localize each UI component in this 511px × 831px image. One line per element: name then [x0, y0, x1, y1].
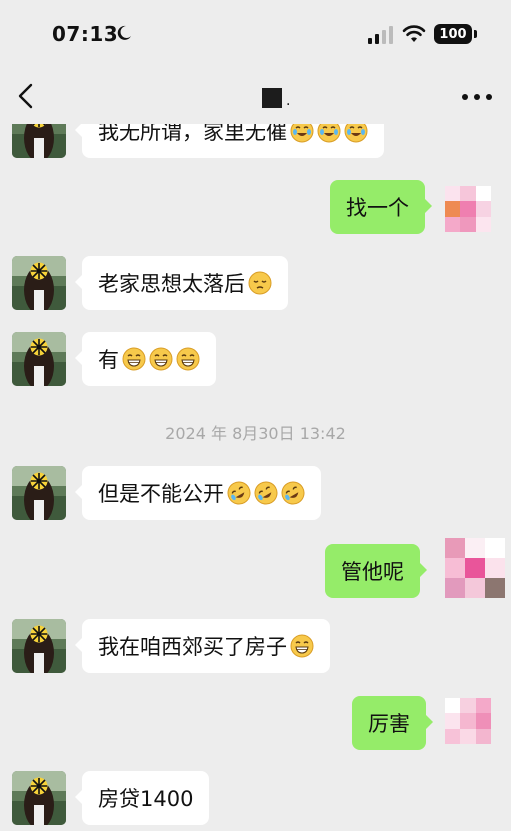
message-bubble[interactable]: 找一个	[330, 180, 432, 234]
status-time: 07:13	[52, 22, 119, 46]
title-text: .	[286, 93, 291, 109]
grinning-emoji-icon	[176, 347, 200, 371]
message-text: 但是不能公开	[98, 482, 224, 506]
rolling-laughing-emoji-icon	[254, 481, 278, 505]
rolling-laughing-emoji-icon	[281, 481, 305, 505]
more-options-icon[interactable]	[460, 93, 494, 101]
moon-icon	[117, 25, 131, 40]
message-bubble[interactable]: 老家思想太落后	[75, 256, 288, 310]
contact-avatar[interactable]	[12, 332, 66, 386]
message-bubble[interactable]: 管他呢	[325, 544, 427, 598]
title-redaction-block	[262, 88, 282, 108]
message-bubble[interactable]: 厉害	[352, 696, 433, 750]
message-text: 厉害	[368, 712, 410, 736]
message-bubble[interactable]: 有	[75, 332, 216, 386]
rolling-laughing-emoji-icon	[227, 481, 251, 505]
battery-nub	[474, 30, 477, 38]
message-text: 找一个	[346, 196, 409, 220]
self-avatar[interactable]	[445, 538, 505, 598]
contact-avatar[interactable]	[12, 771, 66, 825]
message-text: 我在咱西郊买了房子	[98, 635, 287, 659]
grinning-emoji-icon	[290, 634, 314, 658]
message-bubble[interactable]: 我在咱西郊买了房子	[75, 619, 330, 673]
wifi-icon	[402, 25, 426, 42]
message-timestamp: 2024 年 8月30日 13:42	[165, 424, 346, 443]
chat-title: .	[262, 88, 290, 108]
message-text: 老家思想太落后	[98, 272, 245, 296]
message-text: 有	[98, 348, 119, 372]
grinning-emoji-icon	[122, 347, 146, 371]
contact-avatar[interactable]	[12, 466, 66, 520]
signal-icon	[368, 26, 393, 44]
grinning-emoji-icon	[149, 347, 173, 371]
message-bubble[interactable]: 但是不能公开	[75, 466, 321, 520]
status-bar: 07:13 100	[0, 0, 511, 68]
message-bubble[interactable]: 房贷1400	[74, 771, 210, 825]
self-avatar[interactable]	[445, 186, 491, 232]
message-text: 管他呢	[341, 560, 404, 584]
battery-indicator: 100	[434, 24, 472, 44]
chat-header-overlay: .	[0, 68, 511, 124]
pensive-emoji-icon	[248, 271, 272, 295]
battery-level: 100	[439, 26, 467, 42]
back-arrow-icon[interactable]	[14, 82, 40, 110]
message-text: 房贷1400	[98, 787, 194, 811]
self-avatar[interactable]	[445, 698, 491, 744]
contact-avatar[interactable]	[12, 256, 66, 310]
contact-avatar[interactable]	[12, 619, 66, 673]
